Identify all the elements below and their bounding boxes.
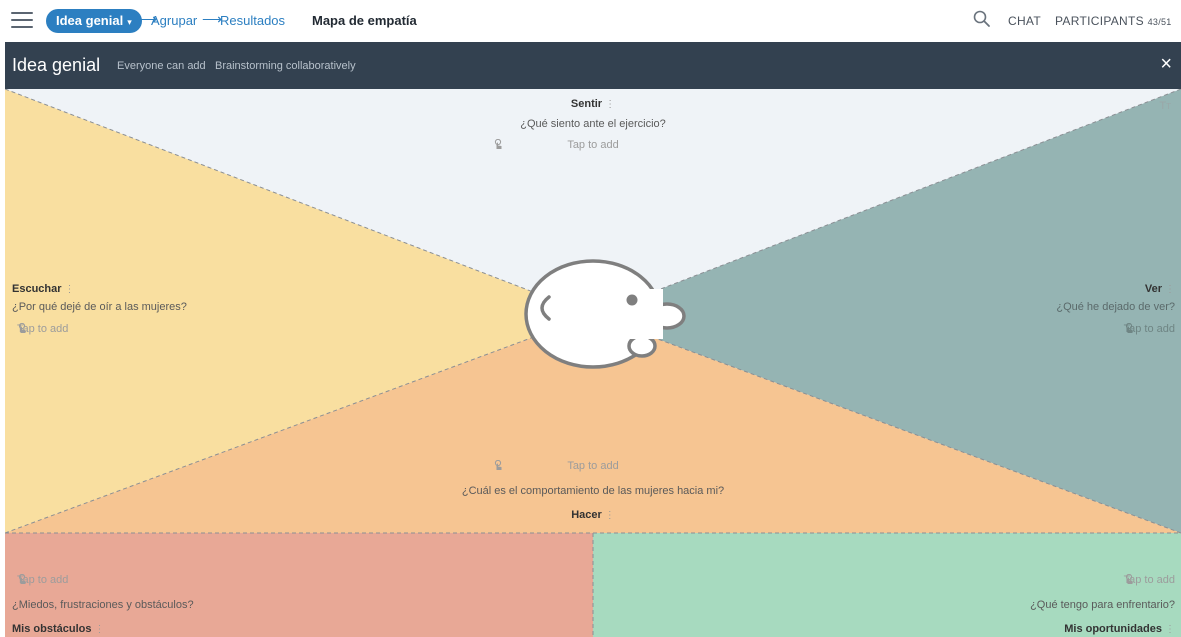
escuchar-question: ¿Por qué dejé de oír a las mujeres?: [12, 301, 187, 313]
tap-hand-icon: [1125, 574, 1133, 584]
tap-hand-icon: [494, 460, 502, 470]
obstaculos-title: Mis obstáculos ⋮: [12, 623, 104, 635]
chat-button[interactable]: CHAT: [1008, 14, 1041, 28]
region-obstaculos[interactable]: [5, 533, 593, 637]
map-title: Mapa de empatía: [312, 13, 417, 28]
hacer-question: ¿Cuál es el comportamiento de las mujere…: [461, 485, 725, 497]
kebab-menu-icon[interactable]: ⋮: [605, 99, 615, 110]
menu-icon[interactable]: [11, 12, 33, 30]
step-idea-genial-label: Idea genial: [56, 13, 124, 28]
sentir-label: Sentir: [570, 98, 603, 110]
obstaculos-tap-to-add[interactable]: Tap to add: [17, 574, 68, 586]
oportunidades-question: ¿Qué tengo para enfrentario?: [1030, 599, 1175, 611]
tap-hand-icon: [18, 574, 26, 584]
escuchar-tap-to-add[interactable]: Tap to add: [17, 323, 68, 335]
escuchar-label: Escuchar: [12, 283, 62, 295]
participants-count: 43/51: [1147, 17, 1172, 27]
hacer-label: Hacer: [571, 509, 602, 521]
region-oportunidades[interactable]: [593, 533, 1181, 637]
mode-text: Brainstorming collaboratively: [215, 60, 356, 72]
kebab-menu-icon[interactable]: ⋮: [94, 624, 104, 635]
ver-tap-to-add[interactable]: Tap to add: [1124, 323, 1175, 335]
sentir-tap-label: Tap to add: [567, 139, 619, 151]
sentir-question: ¿Qué siento ante el ejercicio?: [520, 118, 666, 130]
participants-button[interactable]: PARTICIPANTS 43/51: [1055, 14, 1172, 28]
obstaculos-label: Mis obstáculos: [12, 623, 92, 635]
oportunidades-tap-to-add[interactable]: Tap to add: [1124, 574, 1175, 586]
activity-header: Idea genial Everyone can add Brainstormi…: [5, 42, 1181, 89]
kebab-menu-icon[interactable]: ⋮: [65, 284, 75, 295]
empathy-map-board: TT Sentir ⋮ ¿Qué siento ante el ejercicio…: [5, 89, 1181, 637]
hacer-title: Hacer ⋮: [493, 509, 693, 521]
permission-text: Everyone can add: [117, 60, 206, 72]
step-agrupar-link[interactable]: Agrupar: [151, 13, 197, 28]
kebab-menu-icon[interactable]: ⋮: [1165, 624, 1175, 635]
sentir-title: Sentir ⋮: [493, 98, 693, 110]
tap-hand-icon: [18, 323, 26, 333]
obstaculos-question: ¿Miedos, frustraciones y obstáculos?: [12, 599, 194, 611]
ver-label: Ver: [1144, 283, 1162, 295]
search-icon[interactable]: [972, 9, 992, 29]
tap-hand-icon: [494, 139, 502, 149]
empathy-map-canvas: [5, 89, 1181, 637]
step-resultados-link[interactable]: Resultados: [220, 13, 285, 28]
participants-label: PARTICIPANTS: [1055, 14, 1144, 28]
chevron-down-icon: ▾: [127, 17, 132, 27]
ver-question: ¿Qué he dejado de ver?: [1056, 301, 1175, 313]
text-size-icon[interactable]: TT: [1159, 100, 1171, 112]
kebab-menu-icon[interactable]: ⋮: [1165, 284, 1175, 295]
top-bar: Idea genial ▾ ⟶ Agrupar ⟶ Resultados Mapa…: [0, 0, 1181, 42]
oportunidades-label: Mis oportunidades: [1064, 623, 1162, 635]
step-idea-genial-button[interactable]: Idea genial ▾: [46, 9, 142, 33]
oportunidades-title: Mis oportunidades ⋮: [1064, 623, 1175, 635]
escuchar-title: Escuchar ⋮: [12, 283, 75, 295]
activity-title: Idea genial: [12, 55, 101, 75]
close-icon[interactable]: ×: [1160, 54, 1172, 74]
hacer-tap-label: Tap to add: [567, 460, 619, 472]
hacer-tap-to-add[interactable]: Tap to add: [493, 460, 693, 472]
ver-title: Ver ⋮: [1145, 283, 1175, 295]
kebab-menu-icon[interactable]: ⋮: [605, 510, 615, 521]
tap-hand-icon: [1125, 323, 1133, 333]
sentir-tap-to-add[interactable]: Tap to add: [493, 139, 693, 151]
